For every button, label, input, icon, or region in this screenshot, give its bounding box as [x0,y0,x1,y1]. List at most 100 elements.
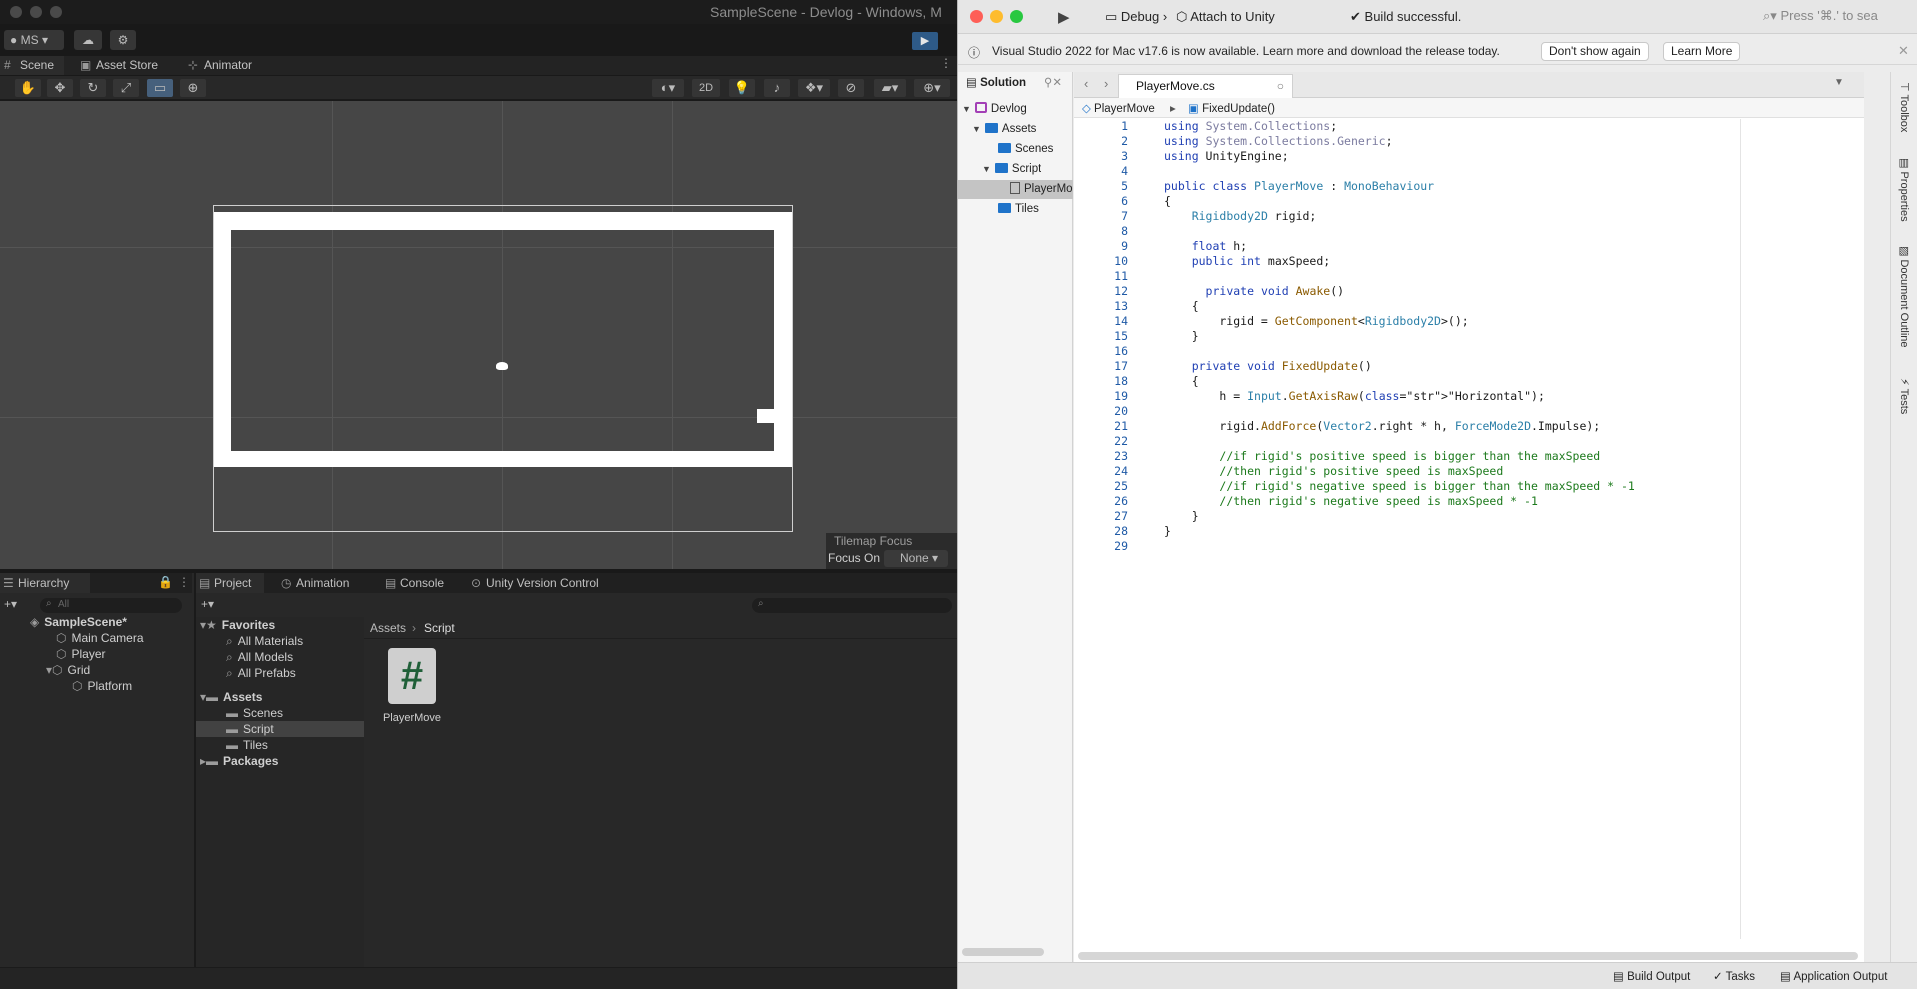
tab-animator[interactable]: ⊹ Animator [184,56,264,75]
breadcrumb-script[interactable]: Script [424,621,455,635]
tab-playermove-cs[interactable]: PlayerMove.cs ○ [1118,74,1293,98]
effects-icon[interactable]: ❖▾ [798,79,830,97]
tree-assets[interactable]: ▾▬ Assets [200,689,262,705]
tab-version-control[interactable]: ⊙ Unity Version Control [468,573,618,593]
zoom-button[interactable] [1010,10,1023,23]
tree-script[interactable]: ▬ Script [196,721,364,737]
toolbox-tab[interactable]: ⊤ Toolbox [1898,82,1911,132]
draw-mode-icon[interactable]: ◐▾ [652,79,684,97]
close-tab-icon[interactable]: ○ [1277,75,1284,97]
chevron-down-icon[interactable]: ▼ [1834,77,1844,88]
solution-item-scenes[interactable]: Scenes [998,140,1053,159]
solution-item-playermove[interactable]: PlayerMo [958,180,1073,199]
global-search-input[interactable]: ⌕▾ Press '⌘.' to sea [1763,8,1913,24]
tree-tiles[interactable]: ▬ Tiles [226,737,268,753]
tab-scene[interactable]: # Scene [0,56,64,75]
code-line[interactable]: float h; [1164,239,1824,254]
breadcrumb-assets[interactable]: Assets [370,621,406,635]
code-text[interactable]: using System.Collections; using System.Co… [1164,119,1824,554]
code-line[interactable]: private void FixedUpdate() [1164,359,1824,374]
rotate-tool-icon[interactable]: ↻ [80,79,106,97]
close-button[interactable] [10,6,22,18]
code-line[interactable]: //then rigid's positive speed is maxSpee… [1164,464,1824,479]
scale-tool-icon[interactable]: ⤢ [113,79,139,97]
hierarchy-item-platform[interactable]: ⬡ Platform [72,678,132,694]
account-dropdown[interactable]: ● MS ▾ [4,30,64,50]
add-button[interactable]: +▾ [4,597,17,611]
code-line[interactable] [1164,164,1824,179]
code-line[interactable] [1164,434,1824,449]
toggle-2d-button[interactable]: 2D [692,79,720,97]
code-line[interactable]: private void Awake() [1164,284,1824,299]
code-line[interactable]: //then rigid's negative speed is maxSpee… [1164,494,1824,509]
tab-asset-store[interactable]: ▣ Asset Store [76,56,172,75]
settings-button[interactable]: ⚙ [110,30,136,50]
focus-on-dropdown[interactable]: None ▾ [884,550,948,567]
minimize-button[interactable] [990,10,1003,23]
zoom-button[interactable] [50,6,62,18]
scene-view[interactable] [0,101,957,569]
tab-animation[interactable]: ◷ Animation [278,573,368,593]
code-line[interactable]: { [1164,299,1824,314]
hierarchy-search-input[interactable]: ⌕ All [40,598,182,613]
visibility-icon[interactable]: ⊘ [838,79,864,97]
code-line[interactable]: public int maxSpeed; [1164,254,1824,269]
code-line[interactable] [1164,344,1824,359]
tree-all-prefabs[interactable]: ⌕ All Prefabs [226,665,296,681]
tree-favorites[interactable]: ▾★ Favorites [200,617,275,633]
code-area[interactable]: 1 2 3 4 5 6 7 8 9 10 11 12 13 14 15 16 17 18 19 20 21 22 23 24 2… [1074,119,1864,939]
code-line[interactable]: } [1164,329,1824,344]
run-button[interactable]: ▶ [1058,8,1070,26]
minimize-button[interactable] [30,6,42,18]
move-tool-icon[interactable]: ✥ [47,79,73,97]
code-line[interactable]: rigid.AddForce(Vector2.right * h, ForceM… [1164,419,1824,434]
solution-item-tiles[interactable]: Tiles [998,200,1039,219]
tree-packages[interactable]: ▸▬ Packages [200,753,278,769]
back-icon[interactable]: ‹ [1084,76,1088,91]
run-config-dropdown[interactable]: ▭ Debug › [1105,9,1167,25]
code-line[interactable]: public class PlayerMove : MonoBehaviour [1164,179,1824,194]
code-line[interactable]: using UnityEngine; [1164,149,1824,164]
code-line[interactable]: Rigidbody2D rigid; [1164,209,1824,224]
code-line[interactable]: } [1164,509,1824,524]
tree-scenes[interactable]: ▬ Scenes [226,705,283,721]
properties-tab[interactable]: ▤ Properties [1898,158,1911,222]
breadcrumb-method[interactable]: ▣ FixedUpdate() [1188,101,1275,115]
code-line[interactable]: rigid = GetComponent<Rigidbody2D>(); [1164,314,1824,329]
gizmos-icon[interactable]: ⊕▾ [914,79,950,97]
code-line[interactable]: } [1164,524,1824,539]
forward-icon[interactable]: › [1104,76,1108,91]
play-button[interactable]: ▶ [912,32,938,50]
hierarchy-item-main-camera[interactable]: ⬡ Main Camera [56,630,144,646]
add-asset-button[interactable]: +▾ [201,597,214,611]
solution-item-devlog[interactable]: ▼ Devlog [962,100,1027,119]
hierarchy-item-scene[interactable]: ◈ SampleScene* [30,614,190,630]
solution-item-assets[interactable]: ▼ Assets [972,120,1036,139]
tab-project[interactable]: ▤ Project [196,573,264,593]
code-line[interactable]: //if rigid's positive speed is bigger th… [1164,449,1824,464]
audio-icon[interactable]: ♪ [764,79,790,97]
code-line[interactable]: { [1164,374,1824,389]
code-line[interactable]: using System.Collections.Generic; [1164,134,1824,149]
tests-tab[interactable]: ⚡ Tests [1898,378,1911,414]
code-line[interactable] [1164,224,1824,239]
more-options-icon[interactable]: ⋮ [940,56,952,70]
csharp-script-icon[interactable]: # [388,648,436,704]
dont-show-again-button[interactable]: Don't show again [1541,42,1649,61]
tree-all-models[interactable]: ⌕ All Models [226,649,293,665]
code-line[interactable]: using System.Collections; [1164,119,1824,134]
tree-all-materials[interactable]: ⌕ All Materials [226,633,303,649]
learn-more-button[interactable]: Learn More [1663,42,1741,61]
cloud-button[interactable]: ☁ [74,30,102,50]
tasks-button[interactable]: ✓ Tasks [1713,969,1755,983]
hierarchy-item-grid[interactable]: ▾⬡ Grid [46,662,90,678]
rect-tool-icon[interactable]: ▭ [147,79,173,97]
transform-tool-icon[interactable]: ⊕ [180,79,206,97]
code-line[interactable]: //if rigid's negative speed is bigger th… [1164,479,1824,494]
project-search-input[interactable]: ⌕ [752,598,952,613]
lighting-icon[interactable]: 💡 [729,79,755,97]
more-options-icon[interactable]: ⋮ [178,575,190,589]
tab-hierarchy[interactable]: ☰ Hierarchy [0,573,90,593]
document-outline-tab[interactable]: ▨ Document Outline [1898,246,1911,348]
code-line[interactable]: h = Input.GetAxisRaw(class="str">"Horizo… [1164,389,1824,404]
